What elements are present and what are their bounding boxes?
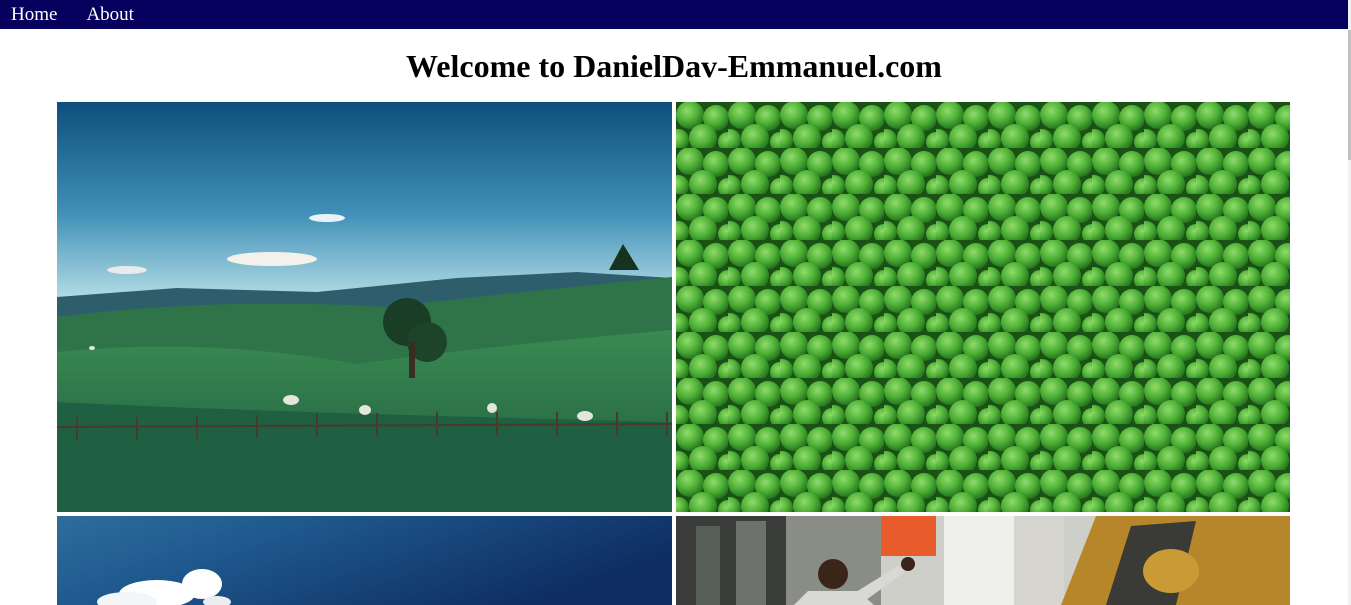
nav-about-link[interactable]: About — [86, 4, 134, 25]
gallery-image-sky — [57, 516, 672, 605]
gallery-image-city-street — [676, 516, 1290, 605]
gallery-image-peas — [676, 102, 1290, 512]
nav-home-link[interactable]: Home — [11, 4, 57, 25]
page-title: Welcome to DanielDav-Emmanuel.com — [406, 48, 942, 84]
gallery-image-landscape — [57, 102, 672, 512]
top-navbar: Home About — [0, 0, 1348, 29]
